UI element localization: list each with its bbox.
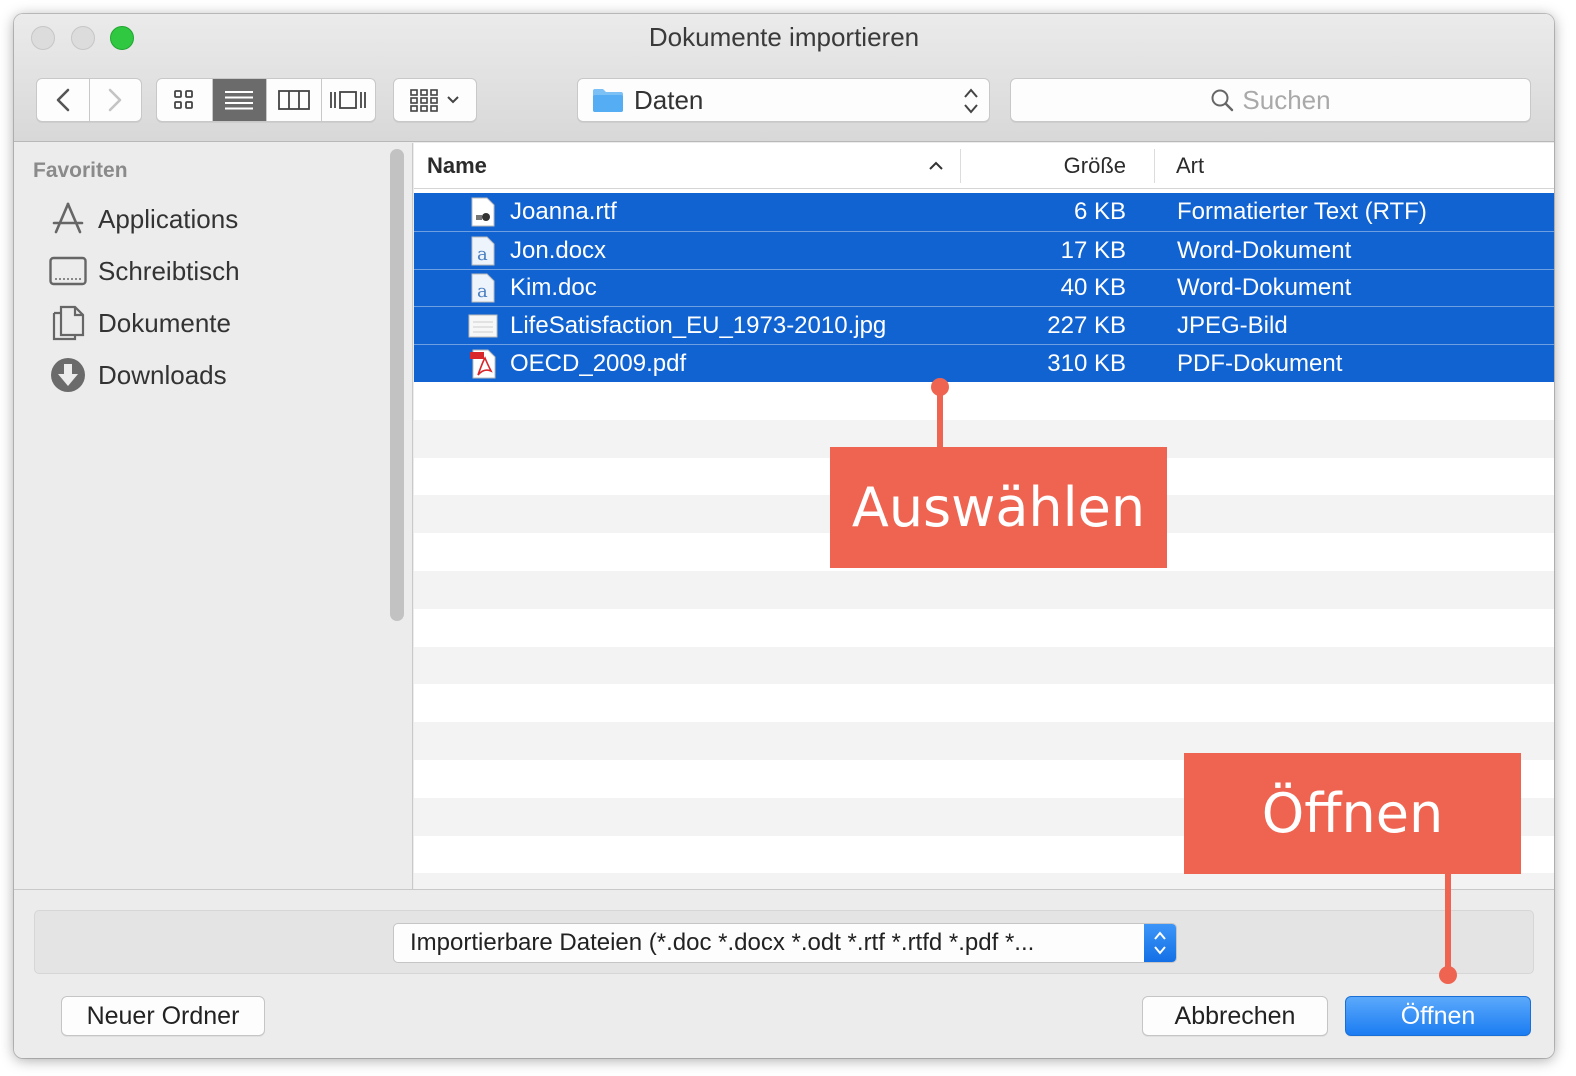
- file-type-select[interactable]: Importierbare Dateien (*.doc *.docx *.od…: [393, 923, 1177, 963]
- icon-grid-icon: [174, 90, 194, 109]
- folder-icon: [593, 89, 623, 112]
- file-type-label: Importierbare Dateien (*.doc *.docx *.od…: [410, 929, 1035, 956]
- sidebar-item-label: Applications: [98, 203, 239, 234]
- icon-view-button[interactable]: [157, 79, 212, 121]
- callout-select: Auswählen: [830, 447, 1167, 568]
- file-name: Jon.docx: [510, 236, 607, 264]
- jpeg-file-icon: [468, 307, 498, 345]
- file-size: 227 KB: [1047, 312, 1126, 340]
- file-kind: Formatierter Text (RTF): [1177, 197, 1427, 225]
- file-name: Kim.doc: [510, 274, 597, 302]
- search-placeholder: Suchen: [1242, 84, 1331, 115]
- column-header-name[interactable]: Name: [427, 143, 487, 189]
- open-button[interactable]: Öffnen: [1345, 996, 1531, 1036]
- bottom-panel: Importierbare Dateien (*.doc *.docx *.od…: [14, 889, 1554, 1058]
- search-icon: [1211, 89, 1234, 112]
- file-row[interactable]: Joanna.rtf 6 KB Formatierter Text (RTF): [414, 193, 1554, 231]
- sidebar-item-label: Dokumente: [98, 307, 231, 338]
- pdf-file-icon: [468, 345, 498, 383]
- view-mode-control: [156, 78, 376, 122]
- chevron-right-icon: [109, 88, 122, 112]
- new-folder-button[interactable]: Neuer Ordner: [61, 996, 265, 1036]
- callout-leader-line: [937, 388, 943, 448]
- svg-text:a: a: [477, 281, 488, 302]
- empty-row: [414, 382, 1554, 420]
- arrange-button[interactable]: [393, 78, 477, 122]
- file-row[interactable]: OECD_2009.pdf 310 KB PDF-Dokument: [414, 344, 1554, 382]
- file-size: 310 KB: [1047, 350, 1126, 378]
- file-type-filter-box: Importierbare Dateien (*.doc *.docx *.od…: [34, 910, 1534, 974]
- column-divider: [1154, 149, 1155, 183]
- title-bar: Dokumente importieren Daten Suchen: [14, 14, 1554, 142]
- arrange-grid-icon: [410, 89, 438, 112]
- list-icon: [225, 91, 254, 110]
- up-down-arrows-icon: [964, 88, 978, 114]
- sidebar-item-applications[interactable]: Applications: [48, 199, 238, 239]
- empty-row: [414, 570, 1554, 609]
- file-row[interactable]: a Kim.doc 40 KB Word-Dokument: [414, 268, 1554, 308]
- column-view-button[interactable]: [266, 79, 321, 121]
- sidebar: Favoriten Applications Schreibtisch Doku…: [14, 143, 413, 889]
- back-button[interactable]: [37, 79, 89, 121]
- empty-row: [414, 609, 1554, 647]
- sidebar-item-documents[interactable]: Dokumente: [48, 303, 231, 343]
- word-file-icon: a: [468, 270, 498, 308]
- applications-icon: [48, 199, 88, 239]
- downloads-icon: [48, 355, 88, 395]
- sidebar-scrollbar[interactable]: [390, 149, 404, 621]
- chevron-left-icon: [56, 88, 70, 112]
- columns-icon: [277, 90, 310, 110]
- empty-row: [414, 873, 1554, 889]
- file-name: OECD_2009.pdf: [510, 350, 687, 378]
- file-open-dialog: Dokumente importieren Daten Suchen Favor…: [14, 14, 1554, 1058]
- empty-row: [414, 646, 1554, 685]
- window-title: Dokumente importieren: [648, 22, 920, 52]
- file-row[interactable]: a Jon.docx 17 KB Word-Dokument: [414, 230, 1554, 270]
- desktop-icon: [48, 251, 88, 291]
- callout-pointer-dot: [1439, 966, 1457, 984]
- svg-text:a: a: [477, 244, 488, 265]
- column-header-size[interactable]: Größe: [974, 143, 1126, 189]
- list-header: Name Größe Art: [414, 143, 1554, 189]
- documents-icon: [48, 303, 88, 343]
- sidebar-heading: Favoriten: [33, 159, 128, 182]
- file-name: LifeSatisfaction_EU_1973-2010.jpg: [510, 312, 887, 340]
- column-header-kind[interactable]: Art: [1176, 143, 1204, 189]
- sort-ascending-icon: [928, 143, 944, 189]
- forward-button[interactable]: [88, 79, 141, 121]
- column-divider: [960, 149, 961, 183]
- sidebar-item-downloads[interactable]: Downloads: [48, 355, 227, 395]
- empty-row: [414, 684, 1554, 722]
- word-file-icon: a: [468, 232, 498, 270]
- sidebar-item-label: Downloads: [98, 359, 227, 390]
- file-size: 6 KB: [1073, 197, 1126, 225]
- sidebar-item-desktop[interactable]: Schreibtisch: [48, 251, 240, 291]
- callout-open: Öffnen: [1184, 753, 1521, 874]
- up-down-arrows-icon: [1144, 924, 1176, 962]
- callout-leader-line: [1445, 873, 1451, 975]
- file-size: 17 KB: [1060, 236, 1126, 264]
- file-size: 40 KB: [1060, 274, 1126, 302]
- file-kind: Word-Dokument: [1177, 236, 1352, 264]
- navigation-buttons: [36, 78, 142, 122]
- search-field[interactable]: Suchen: [1010, 78, 1531, 122]
- location-popup[interactable]: Daten: [577, 78, 990, 122]
- location-label: Daten: [634, 84, 704, 115]
- sidebar-item-label: Schreibtisch: [98, 255, 240, 286]
- file-kind: PDF-Dokument: [1177, 350, 1343, 378]
- file-row[interactable]: LifeSatisfaction_EU_1973-2010.jpg 227 KB…: [414, 306, 1554, 345]
- file-kind: Word-Dokument: [1177, 274, 1352, 302]
- cancel-button[interactable]: Abbrechen: [1142, 996, 1328, 1036]
- file-name: Joanna.rtf: [510, 197, 617, 225]
- list-view-button[interactable]: [211, 79, 266, 121]
- chevron-down-icon: [447, 96, 459, 104]
- coverflow-view-button[interactable]: [320, 79, 376, 121]
- coverflow-icon: [330, 91, 367, 109]
- rtf-file-icon: [468, 193, 498, 231]
- file-kind: JPEG-Bild: [1177, 312, 1288, 340]
